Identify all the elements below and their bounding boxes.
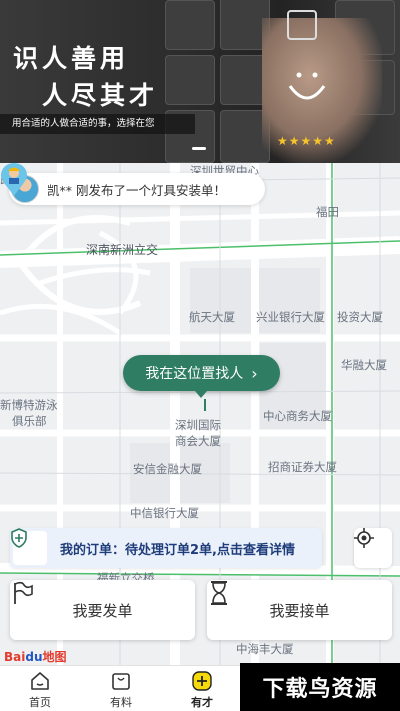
find-here-label: 我在这位置找人 [145, 366, 244, 382]
bag-icon [112, 673, 130, 690]
banner-pager-indicator[interactable] [192, 147, 206, 150]
map-label: 俱乐部 [12, 414, 47, 428]
map-label: 商会大厦 [175, 434, 221, 448]
map-label: 深圳国际 [175, 418, 221, 432]
hero-banner[interactable]: ★★★★★ 识人善用 人尽其才 用合适的人做合适的事，选择在您 [0, 0, 400, 163]
locate-me-button[interactable] [354, 528, 392, 568]
take-order-label: 我要接单 [269, 601, 330, 620]
notice-text: 凯** 刚发布了一个灯具安装单！ [47, 182, 226, 198]
map-label: 华融大厦 [341, 358, 387, 372]
nav-item-youliao[interactable]: 有料 [91, 670, 151, 710]
nav-label: 有才 [191, 696, 213, 709]
chevron-right-icon: › [251, 363, 258, 383]
shield-plus-icon [11, 528, 47, 565]
crosshair-icon [354, 528, 374, 548]
pin-stem [204, 399, 206, 411]
order-status-bar[interactable]: 我的订单：待处理订单2单,点击查看详情 [10, 528, 322, 568]
map-label: 兴业银行大厦 [256, 310, 325, 324]
plus-circle-icon [192, 671, 212, 691]
banner-title-line2: 人尽其才 [42, 81, 159, 110]
map-label: 招商证券大厦 [268, 460, 337, 474]
flag-icon [14, 581, 33, 604]
rating-stars-icon: ★★★★★ [277, 134, 336, 148]
hourglass-icon [211, 581, 227, 605]
take-order-button[interactable]: 我要接单 [207, 580, 392, 640]
post-order-label: 我要发单 [72, 601, 133, 620]
map-label: 航天大厦 [189, 310, 235, 324]
map-view[interactable]: 深圳世贸中心 民居 福田 深南新洲立交 航天大厦 兴业银行大厦 投资大厦 华融大… [0, 163, 400, 665]
check-icon [287, 10, 317, 40]
nav-label: 首页 [29, 696, 51, 709]
find-here-button[interactable]: 我在这位置找人 › [123, 355, 280, 398]
nav-item-youcai[interactable]: 有才 [172, 670, 232, 710]
map-label: 福田 [316, 205, 339, 219]
map-label: 中信银行大厦 [130, 506, 199, 520]
home-icon [31, 672, 49, 690]
worker-location-pin-icon[interactable] [0, 163, 28, 197]
baidu-map-logo: Baidu地图 [4, 650, 67, 664]
activity-notice[interactable]: 凯** 刚发布了一个灯具安装单！ [9, 173, 265, 205]
watermark: 下载鸟资源 [240, 663, 400, 711]
order-status-text: 我的订单：待处理订单2单,点击查看详情 [60, 542, 295, 558]
map-label: 投资大厦 [337, 310, 383, 324]
banner-title-line1: 识人善用 [13, 44, 130, 73]
map-label: 中心商务大厦 [263, 409, 332, 423]
map-label: 安信金融大厦 [133, 462, 202, 476]
nav-item-home[interactable]: 首页 [10, 670, 70, 710]
smiley-icon [288, 72, 326, 100]
map-label: 新博特游泳 [0, 398, 58, 412]
banner-subtitle: 用合适的人做合适的事，选择在您 [0, 114, 195, 134]
map-label: 中海丰大厦 [236, 642, 294, 656]
map-label: 深南新洲立交 [86, 243, 159, 257]
post-order-button[interactable]: 我要发单 [10, 580, 195, 640]
nav-label: 有料 [110, 696, 132, 709]
